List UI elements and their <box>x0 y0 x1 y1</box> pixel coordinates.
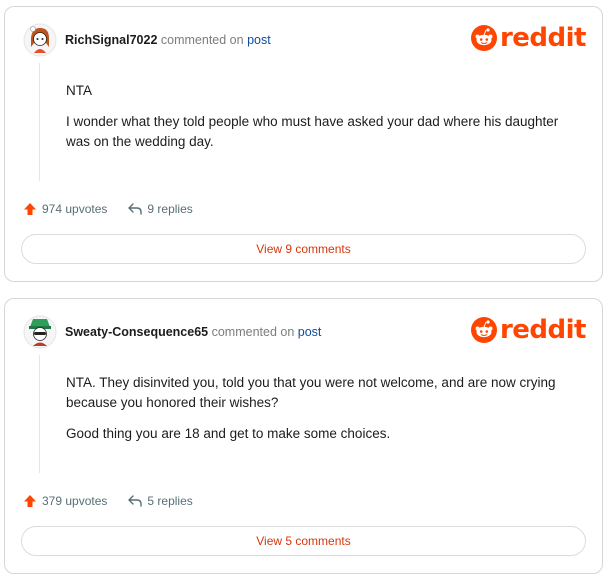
reply-arrow-icon <box>128 495 143 507</box>
comment-card: Sweaty-Consequence65 commented on post r… <box>4 298 603 574</box>
action-text: commented on <box>160 33 244 47</box>
comment-header: Sweaty-Consequence65 commented on post <box>65 325 321 339</box>
reply-arrow-icon <box>128 203 143 215</box>
reddit-logo[interactable]: reddit <box>470 23 587 53</box>
comment-body: NTA. They disinvited you, told you that … <box>66 373 578 455</box>
reddit-wordmark: reddit <box>499 23 587 53</box>
upvote-arrow-icon <box>24 495 36 507</box>
post-link[interactable]: post <box>298 325 322 339</box>
comment-header: RichSignal7022 commented on post <box>65 33 271 47</box>
comment-stats: 379 upvotes 5 replies <box>23 494 193 508</box>
view-comments-button[interactable]: View 9 comments <box>21 234 586 264</box>
reddit-wordmark: reddit <box>499 315 587 345</box>
comment-paragraph: NTA. They disinvited you, told you that … <box>66 375 556 410</box>
upvote-control[interactable]: 974 upvotes <box>23 202 107 216</box>
post-link[interactable]: post <box>247 33 271 47</box>
comment-paragraph: NTA <box>66 83 92 98</box>
reply-count: 9 replies <box>147 202 193 216</box>
reddit-snoo-icon <box>470 25 497 51</box>
username-link[interactable]: Sweaty-Consequence65 <box>65 325 208 339</box>
comment-body: NTA I wonder what they told people who m… <box>66 81 578 163</box>
replies-control[interactable]: 9 replies <box>127 202 193 216</box>
upvote-count: 974 upvotes <box>42 202 108 216</box>
thread-line <box>39 355 40 473</box>
reddit-logo[interactable]: reddit <box>470 315 587 345</box>
comment-stats: 974 upvotes 9 replies <box>23 202 193 216</box>
replies-control[interactable]: 5 replies <box>127 494 193 508</box>
reply-count: 5 replies <box>147 494 193 508</box>
reddit-snoo-icon <box>470 317 497 343</box>
username-link[interactable]: RichSignal7022 <box>65 33 157 47</box>
thread-line <box>39 63 40 181</box>
comment-paragraph: I wonder what they told people who must … <box>66 114 559 149</box>
comment-paragraph: Good thing you are 18 and get to make so… <box>66 426 391 441</box>
upvote-arrow-icon <box>24 203 36 215</box>
user-avatar-icon[interactable] <box>23 23 57 57</box>
upvote-count: 379 upvotes <box>42 494 108 508</box>
action-text: commented on <box>211 325 295 339</box>
upvote-control[interactable]: 379 upvotes <box>23 494 107 508</box>
view-comments-button[interactable]: View 5 comments <box>21 526 586 556</box>
comment-card: RichSignal7022 commented on post reddit … <box>4 6 603 282</box>
user-avatar-icon[interactable] <box>23 315 57 349</box>
